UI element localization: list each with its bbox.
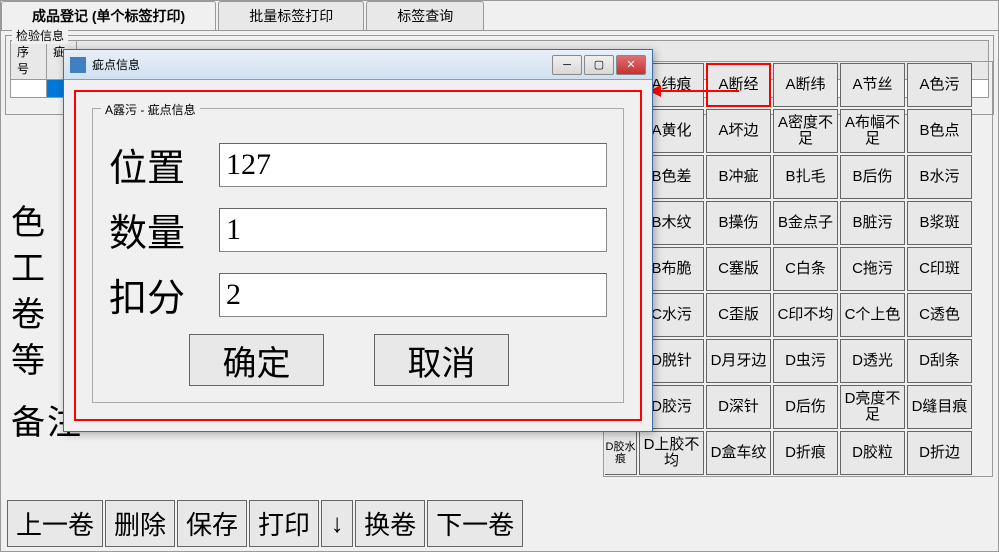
position-label: 位置 — [109, 137, 219, 192]
defect-btn[interactable]: C歪版 — [706, 293, 771, 337]
defect-btn[interactable]: C印斑 — [907, 247, 972, 291]
defect-btn[interactable]: D折痕 — [773, 431, 838, 475]
defect-fieldset: A露污 - 疵点信息 位置 数量 扣分 确定 取 — [92, 108, 624, 403]
main-window: 成品登记 (单个标签打印) 批量标签打印 标签查询 检验信息 序号 疵 色 工 … — [0, 0, 999, 552]
defect-grid: 条 A纬痕 A断经 A断纬 A节丝 A色污 污 A黄化 A坏边 A密度不足 A布… — [603, 61, 993, 477]
defect-btn[interactable]: D虫污 — [773, 339, 838, 383]
defect-btn[interactable]: D刮条 — [907, 339, 972, 383]
dialog-title: 疵点信息 — [92, 56, 550, 73]
app-icon — [70, 57, 86, 73]
deduction-label: 扣分 — [109, 267, 219, 322]
ok-button[interactable]: 确定 — [189, 334, 324, 386]
defect-btn[interactable]: C个上色 — [840, 293, 905, 337]
prev-roll-button[interactable]: 上一卷 — [7, 500, 103, 547]
defect-btn[interactable]: B㩰伤 — [706, 201, 771, 245]
dialog-body: A露污 - 疵点信息 位置 数量 扣分 确定 取 — [64, 80, 652, 431]
defect-btn[interactable]: C印不均 — [773, 293, 838, 337]
defect-btn[interactable]: B浆斑 — [907, 201, 972, 245]
defect-btn[interactable]: D胶粒 — [840, 431, 905, 475]
close-button[interactable]: ✕ — [616, 55, 646, 75]
defect-btn[interactable]: D胶水痕 — [605, 431, 637, 475]
defect-btn[interactable]: B后伤 — [840, 155, 905, 199]
fieldset-legend: 检验信息 — [12, 27, 68, 44]
next-roll-button[interactable]: 下一卷 — [427, 500, 523, 547]
defect-btn[interactable]: B水污 — [907, 155, 972, 199]
defect-btn[interactable]: A节丝 — [840, 63, 905, 107]
defect-btn[interactable]: A坏边 — [706, 109, 771, 153]
save-button[interactable]: 保存 — [177, 500, 247, 547]
defect-info-dialog: 疵点信息 ─ ▢ ✕ A露污 - 疵点信息 位置 数量 扣 — [63, 49, 653, 432]
tab-query[interactable]: 标签查询 — [366, 1, 484, 30]
annotation-frame: A露污 - 疵点信息 位置 数量 扣分 确定 取 — [74, 90, 642, 421]
print-button[interactable]: 打印 — [249, 500, 319, 547]
minimize-button[interactable]: ─ — [552, 55, 582, 75]
position-input[interactable] — [219, 143, 607, 187]
dialog-titlebar[interactable]: 疵点信息 ─ ▢ ✕ — [64, 50, 652, 80]
defect-btn-highlighted[interactable]: A断经 — [706, 63, 771, 107]
defect-btn[interactable]: A色污 — [907, 63, 972, 107]
bottom-toolbar: 上一卷 删除 保存 打印 ↓ 换卷 下一卷 — [7, 500, 525, 547]
defect-btn[interactable]: D透光 — [840, 339, 905, 383]
defect-btn[interactable]: D深针 — [706, 385, 771, 429]
defect-btn[interactable]: D月牙边 — [706, 339, 771, 383]
defect-btn[interactable]: A密度不足 — [773, 109, 838, 153]
change-roll-button[interactable]: 换卷 — [355, 500, 425, 547]
defect-btn[interactable]: C塞版 — [706, 247, 771, 291]
down-button[interactable]: ↓ — [321, 500, 353, 547]
defect-btn[interactable]: B扎毛 — [773, 155, 838, 199]
maximize-button[interactable]: ▢ — [584, 55, 614, 75]
defect-btn[interactable]: C透色 — [907, 293, 972, 337]
quantity-label: 数量 — [109, 202, 219, 257]
col-index: 序号 — [11, 41, 47, 79]
quantity-input[interactable] — [219, 208, 607, 252]
tab-registration[interactable]: 成品登记 (单个标签打印) — [1, 1, 216, 30]
defect-btn[interactable]: B金点子 — [773, 201, 838, 245]
defect-btn[interactable]: B冲疵 — [706, 155, 771, 199]
defect-btn[interactable]: D上胶不均 — [639, 431, 704, 475]
cancel-button[interactable]: 取消 — [374, 334, 509, 386]
defect-btn[interactable]: D盒车纹 — [706, 431, 771, 475]
tab-batch-print[interactable]: 批量标签打印 — [218, 1, 364, 30]
defect-btn[interactable]: D后伤 — [773, 385, 838, 429]
delete-button[interactable]: 删除 — [105, 500, 175, 547]
deduction-input[interactable] — [219, 273, 607, 317]
defect-btn[interactable]: C拖污 — [840, 247, 905, 291]
tab-bar: 成品登记 (单个标签打印) 批量标签打印 标签查询 — [1, 1, 998, 31]
defect-btn[interactable]: C白条 — [773, 247, 838, 291]
defect-btn[interactable]: A断纬 — [773, 63, 838, 107]
inner-legend: A露污 - 疵点信息 — [101, 101, 200, 118]
defect-btn[interactable]: A布幅不足 — [840, 109, 905, 153]
defect-btn[interactable]: B色点 — [907, 109, 972, 153]
defect-btn[interactable]: B脏污 — [840, 201, 905, 245]
defect-btn[interactable]: D亮度不足 — [840, 385, 905, 429]
defect-btn[interactable]: D缝目痕 — [907, 385, 972, 429]
table-cell — [11, 80, 47, 97]
defect-btn[interactable]: D折边 — [907, 431, 972, 475]
